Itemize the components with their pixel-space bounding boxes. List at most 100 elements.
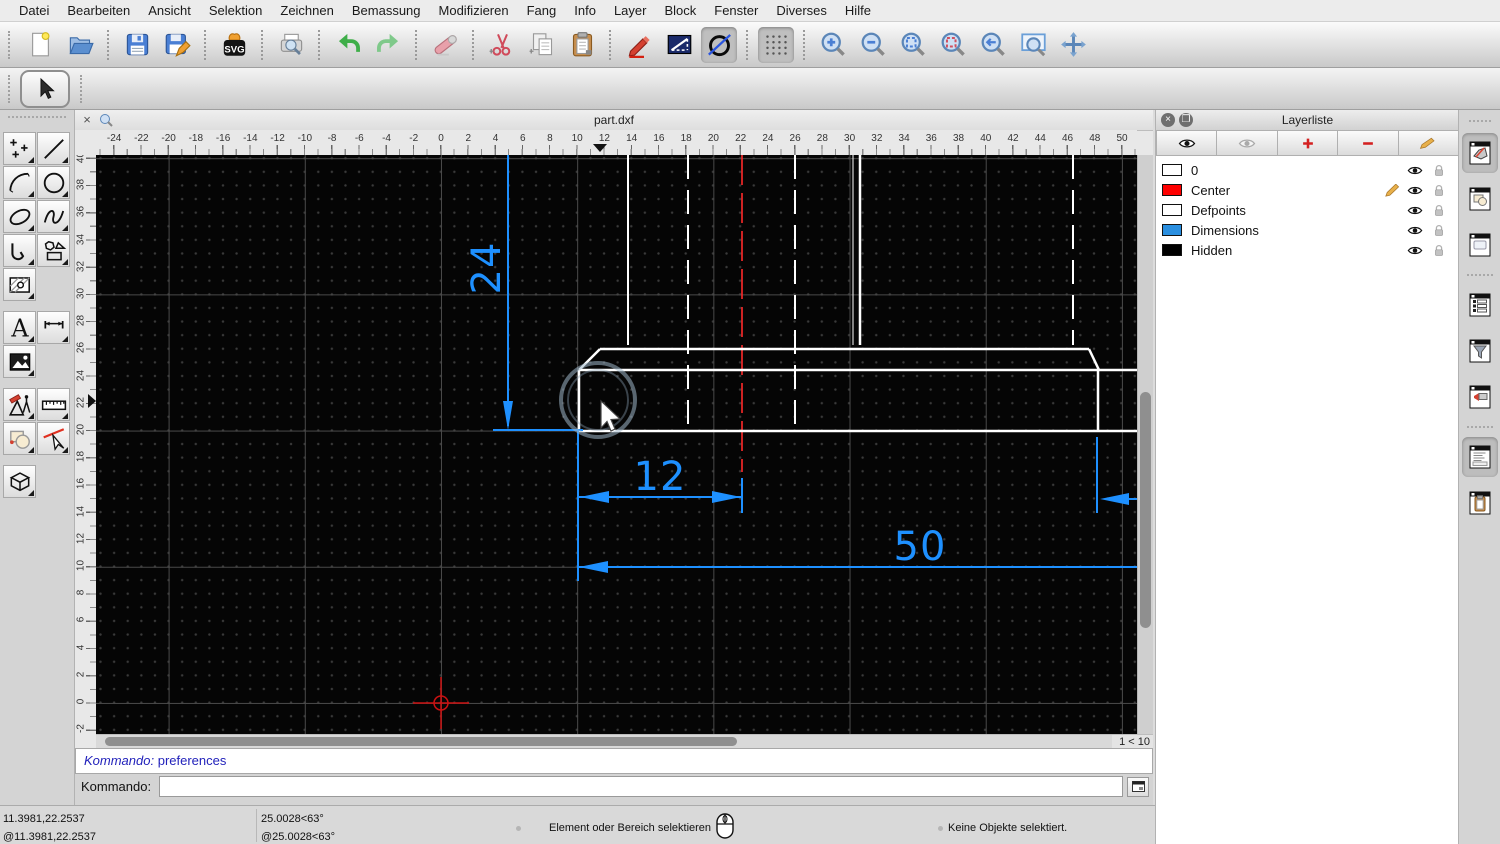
dock-library-browser-button[interactable] [1462,225,1498,265]
vertical-scrollbar[interactable] [1137,155,1153,734]
horizontal-scrollbar[interactable] [96,734,1112,748]
draw-pencil-button[interactable] [621,27,657,63]
draw-points-tool[interactable] [3,132,36,165]
menu-bearbeiten[interactable]: Bearbeiten [58,3,139,18]
draw-solid-tool[interactable] [3,465,36,498]
save-file-button[interactable] [119,27,155,63]
menu-datei[interactable]: Datei [10,3,58,18]
layer-panel-header: × ❐ Layerliste [1156,110,1459,131]
layer-visibility-eye-icon[interactable] [1407,164,1423,177]
draw-polyline-tool[interactable] [3,234,36,267]
dock-exploded-view-button[interactable] [1462,377,1498,417]
line-attributes-button[interactable] [661,27,697,63]
layer-lock-icon[interactable] [1431,204,1447,217]
layer-lock-icon[interactable] [1431,164,1447,177]
dock-layer-list-button[interactable] [1461,133,1498,173]
dock-selection-filter-button[interactable] [1462,331,1498,371]
menu-fang[interactable]: Fang [518,3,566,18]
select-tool-button[interactable] [20,69,70,108]
redo-button[interactable] [370,27,406,63]
draw-ellipse-tool[interactable] [3,200,36,233]
palette-handle[interactable] [8,116,66,126]
show-all-layers-button[interactable] [1156,130,1218,156]
dock-clipboard-panel-button[interactable] [1462,483,1498,523]
menu-hilfe[interactable]: Hilfe [836,3,880,18]
save-file-as-button[interactable] [159,27,195,63]
print-preview-button[interactable] [273,27,309,63]
modify-tools-tool[interactable] [3,388,36,421]
grid-toggle-button[interactable] [758,26,794,63]
draw-polygon-tool[interactable] [37,234,70,267]
draw-circle-tool[interactable] [37,166,70,199]
dock-block-list-button[interactable] [1462,179,1498,219]
insert-image-tool[interactable] [3,345,36,378]
dock-entity-list-button[interactable] [1462,285,1498,325]
open-file-button[interactable] [62,27,98,63]
layer-visibility-eye-icon[interactable] [1407,244,1423,257]
toolbar-handle[interactable] [80,74,84,103]
menu-ansicht[interactable]: Ansicht [139,3,200,18]
delete-entities-button[interactable] [427,27,463,63]
layer-row-center[interactable]: Center [1156,180,1459,200]
zoom-out-button[interactable] [855,27,891,63]
dock-handle[interactable] [1468,120,1491,122]
layer-visibility-eye-icon[interactable] [1407,224,1423,237]
copy-button[interactable] [524,27,560,63]
dock-command-widget-button[interactable] [1461,437,1498,477]
scrollbar-thumb[interactable] [105,737,737,746]
select-entities-tool[interactable] [37,422,70,455]
layer-visibility-eye-icon[interactable] [1407,204,1423,217]
zoom-auto-button[interactable] [895,27,931,63]
add-layer-button[interactable] [1277,130,1339,156]
drawing-canvas[interactable]: 24 12 50 [96,155,1137,734]
entity-attributes-button[interactable] [701,26,737,63]
draw-dimension-tool[interactable] [37,311,70,344]
menu-selektion[interactable]: Selektion [200,3,271,18]
scrollbar-thumb[interactable] [1140,392,1151,628]
layer-row-hidden[interactable]: Hidden [1156,240,1459,260]
layer-panel-title: Layerliste [1281,113,1334,127]
command-input[interactable] [159,776,1123,797]
menu-diverses[interactable]: Diverses [767,3,836,18]
cut-button[interactable] [484,27,520,63]
draw-arc-tool[interactable] [3,166,36,199]
draw-hatch-tool[interactable] [3,268,36,301]
menu-layer[interactable]: Layer [605,3,656,18]
layer-row-0[interactable]: 0 [1156,160,1459,180]
zoom-window-button[interactable] [1015,27,1051,63]
command-prompt-label: Kommando: [81,779,152,794]
layer-lock-icon[interactable] [1431,224,1447,237]
hide-all-layers-button[interactable] [1217,130,1278,156]
toolbar-handle[interactable] [8,74,12,103]
draw-line-tool[interactable] [37,132,70,165]
menu-fenster[interactable]: Fenster [705,3,767,18]
zoom-in-button[interactable] [815,27,851,63]
modify-trim-tool[interactable] [3,422,36,455]
measure-tools-tool[interactable] [37,388,70,421]
toolbar-handle[interactable] [8,30,12,59]
keyboard-toggle-button[interactable] [1127,776,1149,797]
paste-button[interactable] [564,27,600,63]
modify-layer-button[interactable] [1398,130,1460,156]
zoom-previous-button[interactable] [975,27,1011,63]
document-title: part.dxf [593,113,635,127]
remove-layer-button[interactable] [1338,130,1399,156]
menu-info[interactable]: Info [565,3,605,18]
menu-modifizieren[interactable]: Modifizieren [430,3,518,18]
layer-row-dimensions[interactable]: Dimensions [1156,220,1459,240]
layer-row-defpoints[interactable]: Defpoints [1156,200,1459,220]
layer-lock-icon[interactable] [1431,244,1447,257]
export-svg-button[interactable]: SVG [216,27,252,63]
layer-visibility-eye-icon[interactable] [1407,184,1423,197]
v-ruler-label: 24 [75,369,87,381]
menu-bemassung[interactable]: Bemassung [343,3,430,18]
zoom-selected-button[interactable] [935,27,971,63]
zoom-pan-button[interactable] [1055,27,1091,63]
draw-spline-tool[interactable] [37,200,70,233]
draw-text-tool[interactable]: A [3,311,36,344]
undo-button[interactable] [330,27,366,63]
layer-lock-icon[interactable] [1431,184,1447,197]
menu-zeichnen[interactable]: Zeichnen [271,3,342,18]
new-file-button[interactable] [22,27,58,63]
menu-block[interactable]: Block [655,3,705,18]
